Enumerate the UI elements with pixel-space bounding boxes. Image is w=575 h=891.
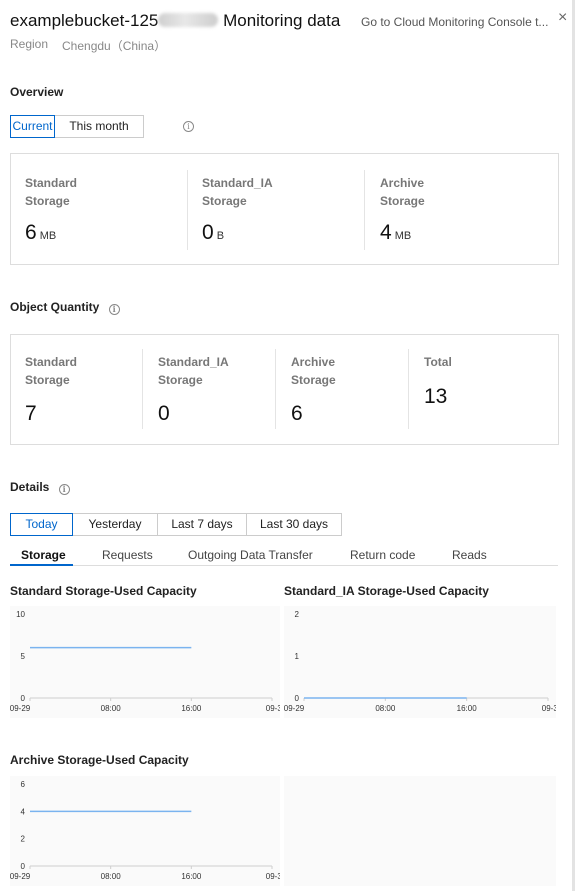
bucket-name-prefix: examplebucket-125 [10,11,159,30]
active-tab-indicator [10,564,73,566]
tab-today[interactable]: Today [10,513,73,536]
divider [364,170,365,250]
quantity-total-label: Total [424,355,452,369]
overview-standard-ia-unit: B [216,230,225,242]
object-quantity-box: Standard Storage 7 Standard_IA Storage 0… [10,334,559,445]
x-tick-label: 09-29 [284,704,305,713]
tab-outgoing-data-transfer[interactable]: Outgoing Data Transfer [188,548,313,562]
info-icon[interactable]: i [58,484,70,495]
goto-cloud-monitoring-link[interactable]: Go to Cloud Monitoring Console t... [361,15,559,29]
quantity-total-value: 13 [424,385,448,408]
quantity-standard-label: Standard Storage [25,355,78,387]
tab-storage[interactable]: Storage [21,548,66,562]
x-tick-label: 09-30 [266,872,280,881]
overview-archive-number: 4 [380,221,392,244]
y-tick-label: 2 [295,610,300,619]
y-tick-label: 0 [21,862,26,871]
tab-yesterday[interactable]: Yesterday [72,513,158,536]
divider [187,170,188,250]
y-tick-label: 1 [295,652,300,661]
overview-standard-number: 6 [25,221,37,244]
overview-standard-unit: MB [39,230,57,242]
x-tick-label: 16:00 [181,704,202,713]
chart-standard-ia: 0 1 2 09-29 08:00 16:00 09-30 [284,606,556,718]
overview-title: Overview [10,85,64,99]
overview-archive-value: 4 MB [380,221,411,245]
close-icon[interactable]: × [558,9,567,27]
info-icon[interactable]: i [183,121,194,132]
object-quantity-title-text: Object Quantity [10,300,100,314]
y-tick-label: 0 [295,694,300,703]
tab-return-code[interactable]: Return code [350,548,415,562]
quantity-standard-value: 7 [25,402,37,425]
region-value: Chengdu（China） [62,39,167,53]
x-tick-label: 09-30 [266,704,280,713]
x-tick-label: 08:00 [101,872,122,881]
chart-title-standard-ia: Standard_IA Storage-Used Capacity [284,584,489,598]
tab-requests[interactable]: Requests [102,548,153,562]
overview-archive-unit: MB [394,230,412,242]
quantity-archive-label: Archive Storage [291,355,336,387]
tab-divider [10,565,558,566]
x-tick-label: 09-30 [542,704,556,713]
overview-standard-ia-number: 0 [202,221,214,244]
chart-title-standard: Standard Storage-Used Capacity [10,584,197,598]
quantity-standard-ia-label: Standard_IA Storage [158,355,229,387]
info-icon[interactable]: i [108,304,120,315]
overview-tabs: Current This month [10,115,144,138]
x-tick-label: 09-29 [10,704,31,713]
tab-reads[interactable]: Reads [452,548,487,562]
overview-standard-label: Standard Storage [25,176,78,208]
tab-last-7-days[interactable]: Last 7 days [157,513,247,536]
title-suffix: Monitoring data [223,11,341,30]
quantity-standard-ia-value: 0 [158,402,170,425]
object-quantity-title: Object Quantity i [10,300,120,315]
y-tick-label: 10 [16,610,25,619]
y-tick-label: 6 [21,780,26,789]
y-tick-label: 2 [21,835,26,844]
x-tick-label: 09-29 [10,872,31,881]
panel-title: examplebucket-125 Monitoring data [10,11,340,31]
details-title-text: Details [10,480,50,494]
y-tick-label: 5 [21,652,26,661]
y-tick-label: 4 [21,807,26,816]
tab-this-month[interactable]: This month [54,115,144,138]
chart-archive: 0 2 4 6 09-29 08:00 16:00 09-30 [10,776,280,886]
chart-background [284,606,556,718]
quantity-archive-value: 6 [291,402,303,425]
x-tick-label: 08:00 [101,704,122,713]
overview-standard-value: 6 MB [25,221,56,245]
overview-archive-label: Archive Storage [380,176,425,208]
tab-current[interactable]: Current [10,115,55,138]
x-tick-label: 16:00 [181,872,202,881]
y-tick-label: 0 [21,694,26,703]
chart-standard: 0 5 10 09-29 08:00 16:00 09-30 [10,606,280,718]
divider [275,349,276,429]
overview-standard-ia-value: 0B [202,221,224,245]
empty-chart-area [284,776,556,886]
time-range-tabs: Today Yesterday Last 7 days Last 30 days [10,513,342,536]
tab-last-30-days[interactable]: Last 30 days [246,513,342,536]
x-tick-label: 08:00 [375,704,396,713]
chart-background [10,776,280,886]
divider [408,349,409,429]
x-tick-label: 16:00 [457,704,478,713]
region-label: Region [10,37,49,51]
overview-stats-box: Standard Storage 6 MB Standard_IA Storage… [10,153,559,265]
divider [142,349,143,429]
redacted-appid [158,13,219,27]
overview-standard-ia-label: Standard_IA Storage [202,176,273,208]
details-title: Details i [10,480,70,495]
chart-background [10,606,280,718]
chart-title-archive: Archive Storage-Used Capacity [10,753,189,767]
